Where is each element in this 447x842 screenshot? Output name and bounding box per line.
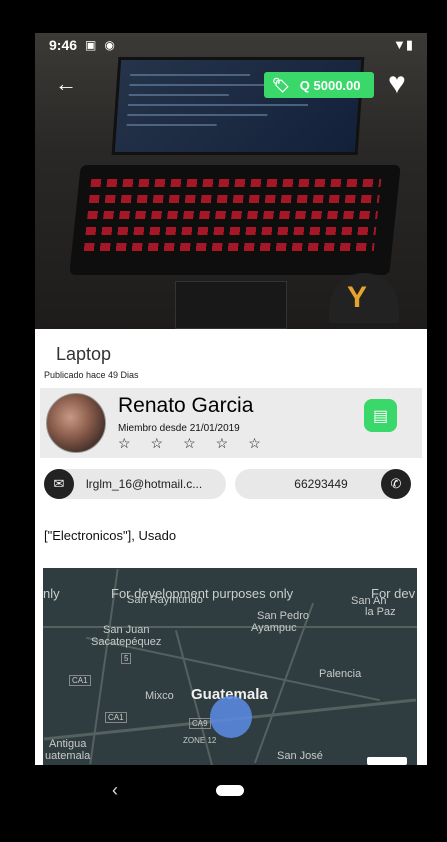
map-label: uatemala [45, 750, 91, 762]
system-navigation-bar: ‹ [0, 765, 447, 842]
map-label: ZONE 12 [183, 736, 217, 745]
phone-contact-button[interactable]: 66293449 ✆ [235, 469, 411, 499]
status-bar: 9:46 ▣ ◉ ▼▮ [35, 33, 427, 57]
image-icon: ▣ [85, 38, 97, 52]
seller-name: Renato Garcia [118, 394, 254, 417]
wifi-battery-icon: ▼▮ [392, 37, 413, 52]
published-date: Publicado hace 49 Dias [44, 370, 139, 380]
price-badge: 🏷 Q 5000.00 [264, 72, 374, 98]
arrow-left-icon: ← [55, 71, 77, 96]
map-label: Ayampuc [251, 622, 297, 634]
map-label: Sacatepéquez [91, 636, 162, 648]
status-time: 9:46 [49, 37, 78, 53]
heart-icon: ♥ [388, 67, 406, 100]
product-title: Laptop [56, 344, 112, 364]
chat-icon: ▤ [372, 407, 389, 425]
product-details: ["Electronicos"], Usado [44, 528, 177, 543]
phone-icon: ✆ [381, 469, 411, 499]
tag-icon: 🏷 [272, 76, 290, 93]
nav-home-button[interactable] [216, 785, 244, 796]
location-map[interactable]: nly For development purposes only For de… [43, 568, 417, 765]
map-route-badge: 5 [121, 653, 132, 664]
map-route-badge: CA1 [69, 675, 91, 686]
member-since: Miembro desde 21/01/2019 [118, 423, 240, 434]
email-text: lrglm_16@hotmail.c... [86, 477, 203, 491]
sync-icon: ◉ [104, 38, 115, 52]
map-label: San Juan [103, 624, 150, 636]
mail-icon: ✉ [44, 469, 74, 499]
laptop-touchpad-image [175, 281, 287, 329]
price-text: Q 5000.00 [299, 77, 361, 93]
map-label: Palencia [319, 668, 362, 680]
map-route-badge: CA1 [105, 712, 127, 723]
map-route-badge: CA9 [189, 718, 211, 729]
map-label: Antigua [49, 738, 87, 750]
app-screen: Y 9:46 ▣ ◉ ▼▮ ← 🏷 Q 5000.00 ♥ Laptop Pub… [35, 33, 427, 765]
map-label: San Raymundo [127, 594, 203, 606]
chat-button[interactable]: ▤ [364, 399, 397, 432]
seller-card[interactable]: Renato Garcia Miembro desde 21/01/2019 ☆… [40, 388, 422, 458]
rating-stars: ☆☆☆☆☆ [118, 435, 281, 451]
map-control-button[interactable] [367, 757, 407, 765]
location-marker [210, 696, 252, 738]
laptop-keyboard-image [69, 165, 401, 275]
map-label: San Pedro [257, 610, 309, 622]
brand-logo-image: Y [329, 273, 399, 323]
map-label: San José [277, 750, 323, 762]
map-label: Mixco [145, 690, 174, 702]
avatar [46, 393, 106, 453]
nav-back-button[interactable]: ‹ [112, 780, 118, 801]
map-dev-notice-left: nly [43, 586, 60, 601]
back-button[interactable]: ← [55, 71, 77, 97]
favorite-button[interactable]: ♥ [388, 67, 406, 101]
map-label: la Paz [365, 606, 396, 618]
email-contact-button[interactable]: ✉ lrglm_16@hotmail.c... [44, 469, 226, 499]
